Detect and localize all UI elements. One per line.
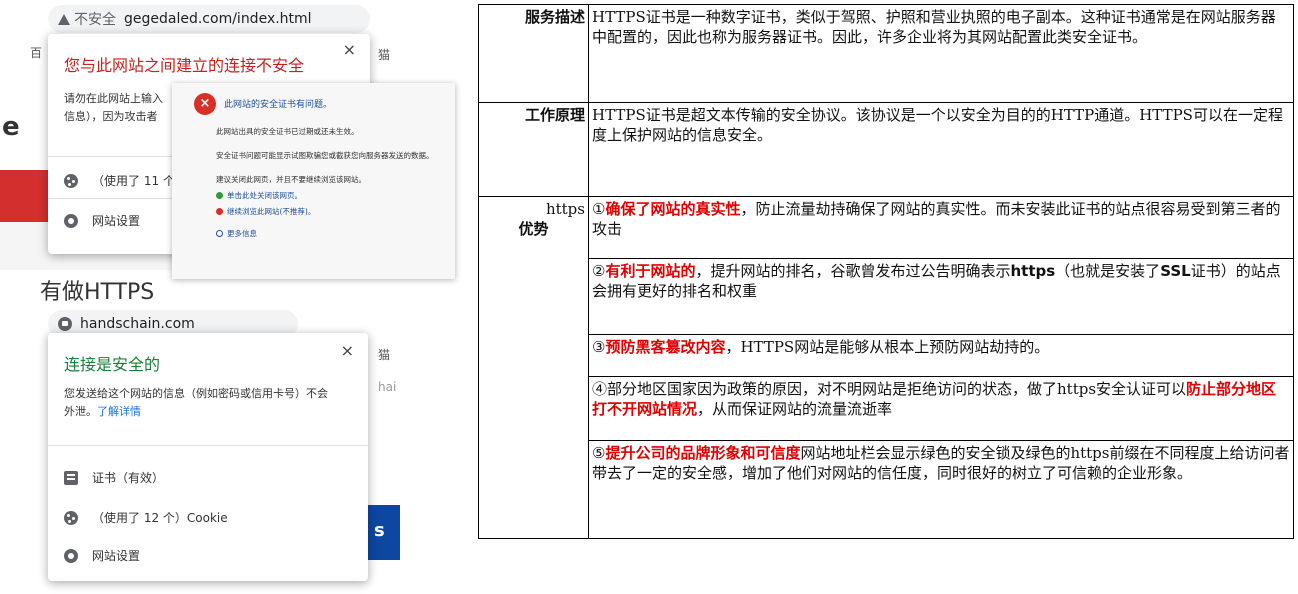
side-char: 猫: [378, 48, 391, 62]
learn-more-link[interactable]: 了解详情: [97, 405, 141, 418]
url-text: gegedaled.com/index.html: [124, 11, 312, 27]
row-header-principle: 工作原理: [478, 102, 589, 197]
site-settings-row[interactable]: 网站设置: [64, 547, 140, 564]
close-icon[interactable]: ×: [343, 40, 356, 59]
adv-rest: ，提升网站的排名，谷歌曾发布过公告明确表示: [695, 262, 1011, 280]
https-info-table: 服务描述 HTTPS证书是一种数字证书，类似于驾照、护照和营业执照的电子副本。这…: [478, 4, 1294, 539]
table-row: ②有利于网站的，提升网站的排名，谷歌曾发布过公告明确表示https（也就是安装了…: [479, 258, 1294, 335]
address-bar-insecure[interactable]: 不安全 gegedaled.com/index.html: [48, 5, 370, 33]
side-text: hai: [378, 380, 397, 394]
adv-highlight: 确保了网站的真实性: [605, 200, 741, 218]
adv-highlight: 提升公司的品牌形象和可信度: [605, 444, 801, 462]
certificate-row[interactable]: 证书（有效）: [64, 469, 164, 486]
side-char: 猫: [378, 348, 391, 362]
adv-header-line2: 优势: [518, 220, 549, 238]
shield-error-icon: ×: [194, 93, 216, 115]
popup-body: 请勿在此网站上输入 信息），因为攻击者: [64, 90, 163, 126]
cookies-label: （使用了 12 个）Cookie: [92, 511, 228, 525]
adv-header-line1: https: [545, 200, 585, 218]
cookies-row[interactable]: （使用了 12 个）Cookie: [64, 509, 228, 526]
row-text-principle: HTTPS证书是超文本传输的安全协议。该协议是一个以安全为目的的HTTP通道。H…: [588, 102, 1294, 197]
adv-prefix: ②: [592, 262, 606, 280]
continue-link-label: 继续浏览此网站(不推荐)。: [227, 207, 316, 216]
popup-title: 连接是安全的: [64, 355, 161, 374]
adv-highlight: 预防黑客篡改内容: [605, 338, 726, 356]
advantage-item-2: ②有利于网站的，提升网站的排名，谷歌曾发布过公告明确表示https（也就是安装了…: [588, 258, 1294, 335]
adv-prefix: ⑤: [592, 444, 606, 462]
divider: [48, 445, 368, 446]
advantage-item-5: ⑤提升公司的品牌形象和可信度网站地址栏会显示绿色的安全锁及绿色的https前缀在…: [588, 440, 1294, 539]
popup-body: 您发送给这个网站的信息（例如密码或信用卡号）不会 外泄。了解详情: [64, 385, 328, 421]
table-row: ③预防黑客篡改内容，HTTPS网站是能够从根本上预防网站劫持的。: [479, 334, 1294, 377]
close-page-link-label: 单击此处关闭该网页。: [227, 191, 302, 200]
more-info-link[interactable]: 更多信息: [216, 229, 257, 239]
popup-body-line1: 请勿在此网站上输入: [64, 92, 163, 105]
row-text-service: HTTPS证书是一种数字证书，类似于驾照、护照和营业执照的电子副本。这种证书通常…: [588, 4, 1294, 103]
cert-line1: 此网站出具的安全证书已过期或还未生效。: [216, 127, 359, 136]
certificate-label: 证书（有效）: [92, 471, 165, 485]
adv-rest: ，从而保证网站的流量流逝率: [697, 400, 893, 418]
table-row: ⑤提升公司的品牌形象和可信度网站地址栏会显示绿色的安全锁及绿色的https前缀在…: [479, 440, 1294, 539]
more-info-link-label: 更多信息: [227, 229, 257, 238]
cookies-label: （使用了 11 个: [92, 174, 175, 188]
warning-icon: [58, 13, 70, 25]
close-page-link[interactable]: 单击此处关闭该网页。: [216, 191, 302, 201]
site-settings-label: 网站设置: [92, 214, 141, 228]
caption-has-https: 有做HTTPS: [40, 280, 155, 305]
advantage-item-3: ③预防黑客篡改内容，HTTPS网站是能够从根本上预防网站劫持的。: [588, 334, 1294, 377]
secure-popup: 连接是安全的 × 您发送给这个网站的信息（例如密码或信用卡号）不会 外泄。了解详…: [48, 333, 368, 581]
popup-body-line2: 外泄。: [64, 405, 97, 418]
cert-dialog-title: 此网站的安全证书有问题。: [224, 100, 333, 110]
lock-icon[interactable]: [58, 317, 72, 331]
certificate-icon: [64, 470, 78, 485]
popup-title: 您与此网站之间建立的连接不安全: [64, 56, 305, 75]
cookie-icon: [64, 173, 78, 188]
site-settings-row[interactable]: 网站设置: [64, 212, 140, 229]
side-char-left: 百: [30, 46, 43, 60]
cert-line2: 安全证书问题可能显示试图欺骗您或截获您向服务器发送的数据。: [216, 151, 434, 160]
row-header-service: 服务描述: [478, 4, 589, 103]
expand-icon: [216, 230, 223, 237]
advantage-item-4: ④部分地区国家因为政策的原因，对不明网站是拒绝访问的状态，做了https安全认证…: [588, 376, 1294, 441]
gear-icon: [64, 548, 78, 563]
adv-prefix: ①: [592, 200, 606, 218]
insecure-label: 不安全: [74, 12, 116, 28]
table-row: ④部分地区国家因为政策的原因，对不明网站是拒绝访问的状态，做了https安全认证…: [479, 376, 1294, 441]
site-settings-label: 网站设置: [92, 549, 141, 563]
table-row: 工作原理 HTTPS证书是超文本传输的安全协议。该协议是一个以安全为目的的HTT…: [478, 102, 1294, 197]
gear-icon: [64, 213, 78, 228]
insecure-indicator[interactable]: 不安全: [48, 9, 124, 29]
continue-link[interactable]: 继续浏览此网站(不推荐)。: [216, 207, 315, 217]
adv-highlight: 有利于网站的: [605, 262, 696, 280]
popup-body-line2: 信息），因为攻击者: [64, 110, 158, 123]
close-icon[interactable]: ×: [341, 341, 354, 360]
adv-rest: ，HTTPS网站是能够从根本上预防网站劫持的。: [725, 338, 1050, 356]
cert-line3: 建议关闭此网页，并且不要继续浏览该网站。: [216, 175, 366, 184]
adv-bold: https: [1010, 262, 1056, 280]
screenshot-panel: 不安全 gegedaled.com/index.html 百 猫 e 您与此网站…: [0, 0, 455, 594]
adv-bold: SSL: [1160, 262, 1191, 280]
table-row: 服务描述 HTTPS证书是一种数字证书，类似于驾照、护照和营业执照的电子副本。这…: [478, 4, 1294, 103]
adv-prefix: ④部分地区国家因为政策的原因，对不明网站是拒绝访问的状态，做了https安全认证…: [592, 380, 1187, 398]
bg-letter: e: [2, 112, 20, 142]
row-header-advantages: https 优势: [478, 196, 589, 539]
cookies-row[interactable]: （使用了 11 个: [64, 172, 175, 189]
advantage-item-1: ①确保了网站的真实性，防止流量劫持确保了网站的真实性。而未安装此证书的站点很容易…: [588, 196, 1294, 259]
table-row: https 优势 ①确保了网站的真实性，防止流量劫持确保了网站的真实性。而未安装…: [478, 196, 1294, 539]
adv-rest: （也就是安装了: [1055, 262, 1161, 280]
adv-prefix: ③: [592, 338, 606, 356]
cookie-icon: [64, 510, 78, 525]
shield-icon: [216, 208, 223, 215]
check-icon: [216, 192, 223, 199]
bg-letter: s: [374, 520, 385, 541]
popup-body-line1: 您发送给这个网站的信息（例如密码或信用卡号）不会: [64, 387, 328, 400]
url-text: handschain.com: [80, 316, 195, 332]
cert-error-dialog: × 此网站的安全证书有问题。 此网站出具的安全证书已过期或还未生效。 安全证书问…: [172, 83, 455, 279]
